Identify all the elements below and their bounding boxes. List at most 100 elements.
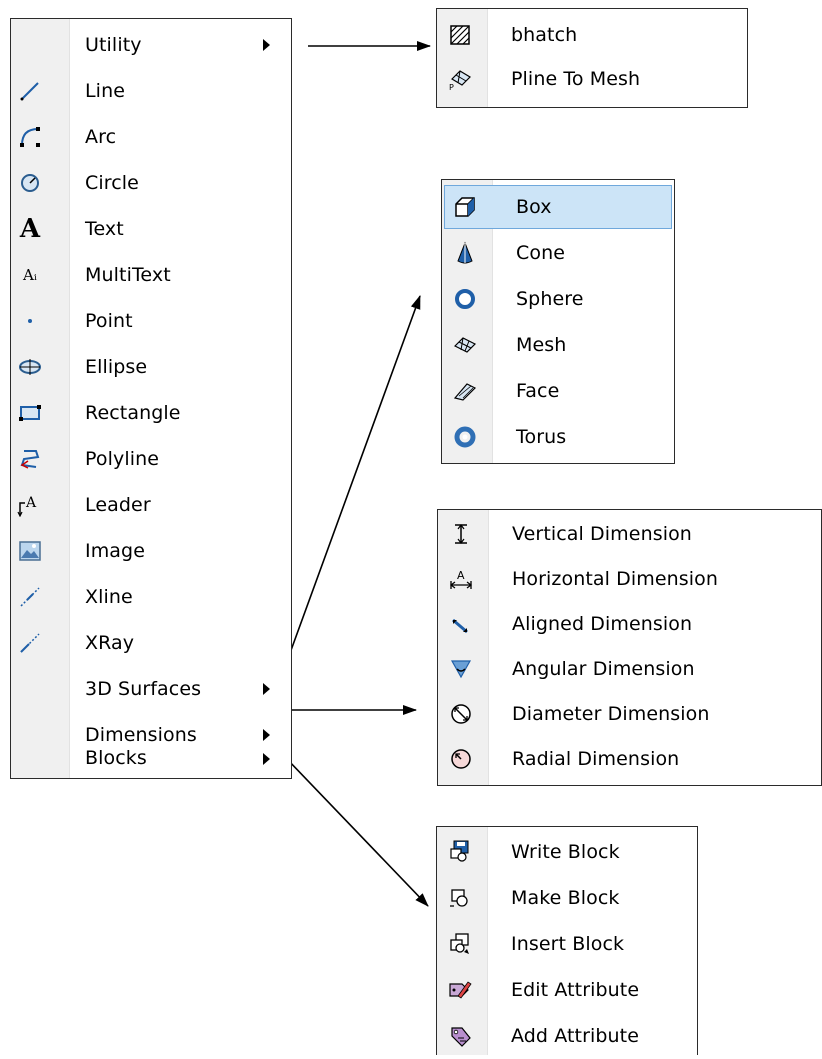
menu-item-label: Insert Block: [511, 933, 625, 955]
submenu-arrow-icon: [263, 683, 270, 695]
menu-item-leader[interactable]: A Leader: [11, 483, 291, 527]
menu-item-radial-dimension[interactable]: Radial Dimension: [438, 737, 821, 781]
menu-item-vertical-dimension[interactable]: Vertical Dimension: [438, 512, 821, 556]
menu-item-label: Utility: [85, 34, 142, 56]
menu-item-label: Text: [85, 218, 124, 240]
diameter-dimension-icon: [448, 701, 474, 727]
menu-item-label: Make Block: [511, 887, 620, 909]
main-context-menu: Utility Line Arc Circle A Text Aᵢ MultiT…: [10, 18, 292, 779]
menu-item-label: Dimensions: [85, 724, 197, 746]
menu-item-text[interactable]: A Text: [11, 207, 291, 251]
menu-item-image[interactable]: Image: [11, 529, 291, 573]
menu-item-rectangle[interactable]: Rectangle: [11, 391, 291, 435]
mesh-icon: [452, 332, 478, 358]
edit-attribute-icon: [447, 977, 473, 1003]
menu-item-label: Leader: [85, 494, 151, 516]
menu-item-diameter-dimension[interactable]: Diameter Dimension: [438, 692, 821, 736]
menu-item-label: Angular Dimension: [512, 658, 695, 680]
aligned-dimension-icon: [448, 611, 474, 637]
menu-item-xline[interactable]: Xline: [11, 575, 291, 619]
menu-item-label: Ellipse: [85, 356, 148, 378]
menu-item-aligned-dimension[interactable]: Aligned Dimension: [438, 602, 821, 646]
rectangle-icon: [17, 400, 43, 426]
horizontal-dimension-icon: A: [448, 566, 474, 592]
menu-item-label: Point: [85, 310, 133, 332]
menu-item-label: Pline To Mesh: [511, 68, 641, 90]
menu-item-insert-block[interactable]: Insert Block: [437, 921, 697, 967]
svg-text:A: A: [25, 495, 37, 511]
arrow-blocks: [285, 757, 429, 907]
sphere-icon: [452, 286, 478, 312]
menu-item-label: Torus: [516, 426, 567, 448]
menu-item-label: Vertical Dimension: [512, 523, 692, 545]
box-icon: [452, 194, 478, 220]
menu-item-edit-attribute[interactable]: Edit Attribute: [437, 967, 697, 1013]
menu-item-label: Face: [516, 380, 560, 402]
svg-text:P: P: [449, 83, 454, 91]
menu-item-cone[interactable]: Cone: [442, 230, 674, 276]
menu-item-xray[interactable]: XRay: [11, 621, 291, 665]
menu-item-label: MultiText: [85, 264, 171, 286]
menu-item-face[interactable]: Face: [442, 368, 674, 414]
menu-item-3d-surfaces[interactable]: 3D Surfaces: [11, 667, 291, 711]
dimensions-submenu: Vertical Dimension A Horizontal Dimensio…: [437, 509, 822, 786]
menu-item-line[interactable]: Line: [11, 69, 291, 113]
insert-block-icon: [447, 931, 473, 957]
menu-item-label: Blocks: [85, 747, 147, 769]
submenu-arrow-icon: [263, 39, 270, 51]
make-block-icon: [447, 885, 473, 911]
menu-item-ellipse[interactable]: Ellipse: [11, 345, 291, 389]
menu-item-sphere[interactable]: Sphere: [442, 276, 674, 322]
3d-surfaces-submenu: Box Cone Sphere Mesh Face Torus: [441, 179, 675, 464]
menu-item-label: Aligned Dimension: [512, 613, 693, 635]
xray-icon: [17, 630, 43, 656]
menu-item-label: Horizontal Dimension: [512, 568, 719, 590]
menu-item-label: Edit Attribute: [511, 979, 640, 1001]
menu-item-label: Image: [85, 540, 146, 562]
menu-item-dimensions[interactable]: Dimensions: [11, 713, 291, 757]
menu-item-label: XRay: [85, 632, 135, 654]
menu-item-label: bhatch: [511, 24, 578, 46]
menu-item-point[interactable]: Point: [11, 299, 291, 343]
menu-item-horizontal-dimension[interactable]: A Horizontal Dimension: [438, 557, 821, 601]
menu-item-write-block[interactable]: Write Block: [437, 829, 697, 875]
radial-dimension-icon: [448, 746, 474, 772]
menu-item-angular-dimension[interactable]: Angular Dimension: [438, 647, 821, 691]
menu-item-pline-to-mesh[interactable]: P Pline To Mesh: [437, 57, 747, 101]
menu-item-label: Circle: [85, 172, 139, 194]
menu-item-utility[interactable]: Utility: [11, 23, 291, 67]
menu-item-multitext[interactable]: Aᵢ MultiText: [11, 253, 291, 297]
utility-submenu: bhatch P Pline To Mesh: [436, 8, 748, 108]
arrow-3d-surfaces: [285, 295, 421, 665]
menu-item-circle[interactable]: Circle: [11, 161, 291, 205]
menu-item-label: Xline: [85, 586, 133, 608]
xline-icon: [17, 584, 43, 610]
menu-item-arc[interactable]: Arc: [11, 115, 291, 159]
torus-icon: [452, 424, 478, 450]
add-attribute-icon: [447, 1023, 473, 1049]
blocks-submenu: Write Block Make Block Insert Block Edit…: [436, 826, 698, 1055]
submenu-arrow-icon: [263, 753, 270, 765]
menu-item-label: 3D Surfaces: [85, 678, 202, 700]
menu-item-polyline[interactable]: Polyline: [11, 437, 291, 481]
menu-item-add-attribute[interactable]: Add Attribute: [437, 1013, 697, 1059]
cone-icon: [452, 240, 478, 266]
vertical-dimension-icon: [448, 521, 474, 547]
point-icon: [17, 308, 43, 334]
hatch-icon: [447, 22, 473, 48]
write-block-icon: [447, 839, 473, 865]
menu-item-box[interactable]: Box: [442, 184, 674, 230]
menu-item-label: Diameter Dimension: [512, 703, 710, 725]
menu-item-label: Arc: [85, 126, 117, 148]
angular-dimension-icon: [448, 656, 474, 682]
menu-item-mesh[interactable]: Mesh: [442, 322, 674, 368]
pline-to-mesh-icon: P: [447, 66, 473, 92]
menu-item-torus[interactable]: Torus: [442, 414, 674, 460]
menu-item-make-block[interactable]: Make Block: [437, 875, 697, 921]
menu-item-label: Radial Dimension: [512, 748, 680, 770]
menu-item-label: Add Attribute: [511, 1025, 640, 1047]
line-icon: [17, 78, 43, 104]
menu-item-bhatch[interactable]: bhatch: [437, 13, 747, 57]
menu-item-label: Mesh: [516, 334, 567, 356]
menu-item-blocks[interactable]: Blocks: [11, 747, 291, 780]
